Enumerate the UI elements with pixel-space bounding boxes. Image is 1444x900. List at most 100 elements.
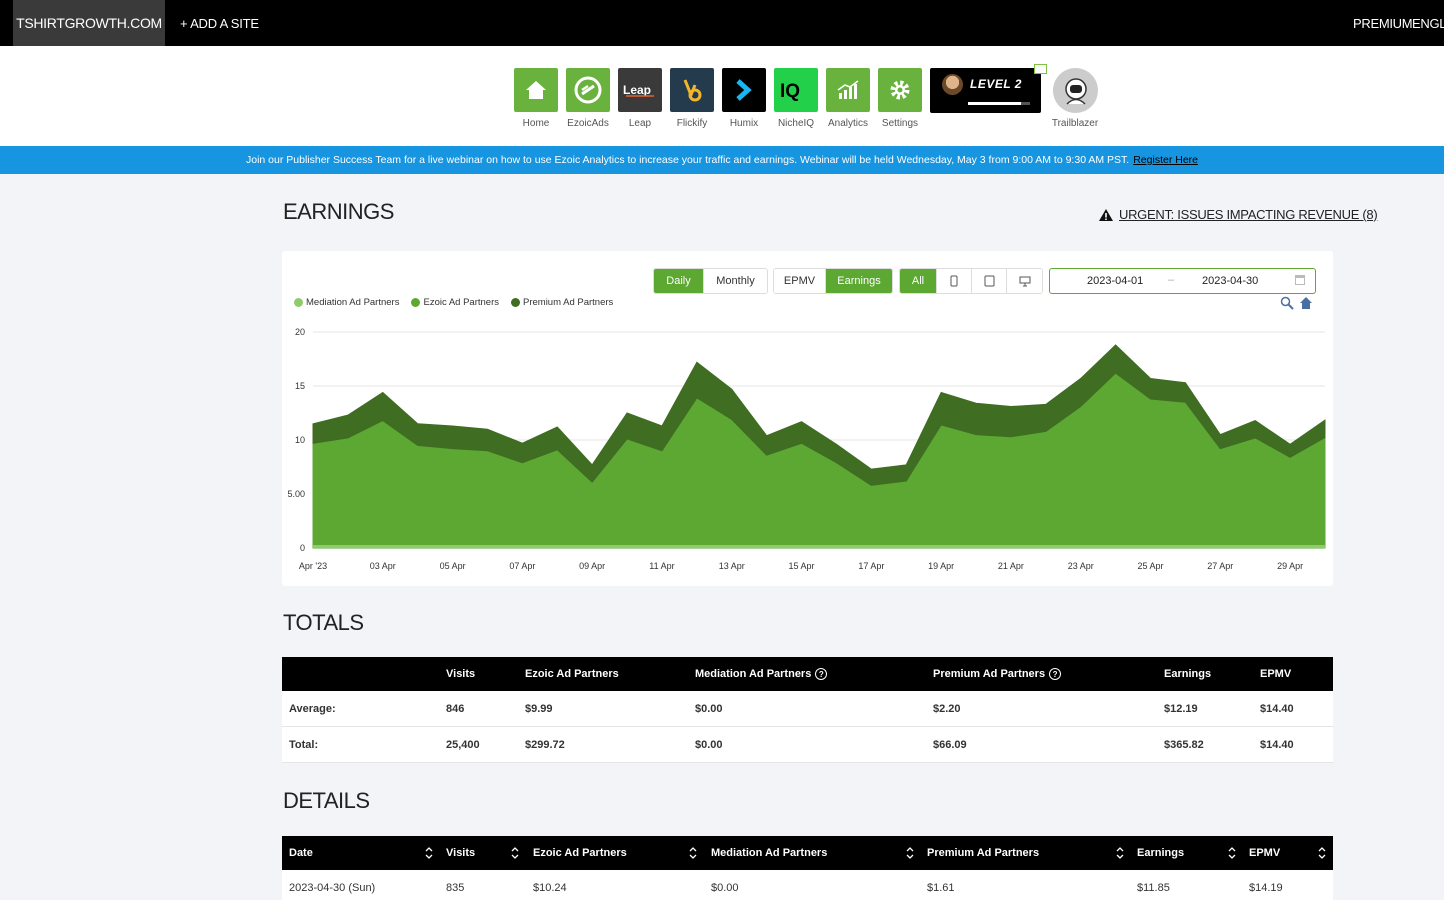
language-selector[interactable]: ENGLIS: [1412, 0, 1444, 46]
x-tick-label: 13 Apr: [719, 561, 745, 571]
x-tick-label: 11 Apr: [649, 561, 674, 571]
col-ezoic-ad-partners: Ezoic Ad Partners: [525, 668, 619, 680]
x-tick-label: 25 Apr: [1138, 561, 1164, 571]
register-link[interactable]: Register Here: [1133, 154, 1198, 166]
earnings-area-chart[interactable]: 0 5.00 10 15 20 Apr '23 03 Apr 05 Apr 07 Apr 09 A…: [282, 251, 1333, 586]
cell: 2023-04-30 (Sun): [289, 882, 376, 894]
col-mediation-ad-partners: Mediation Ad Partners?: [695, 668, 828, 680]
app-analytics[interactable]: Analytics: [826, 68, 870, 129]
help-icon[interactable]: ?: [815, 668, 828, 680]
col-ezoic-ad-partners[interactable]: Ezoic Ad Partners: [533, 847, 627, 859]
sort-icon[interactable]: [1228, 846, 1236, 860]
help-icon[interactable]: ?: [1049, 668, 1062, 680]
webinar-banner: Join our Publisher Success Team for a li…: [0, 146, 1444, 174]
svg-text:IQ: IQ: [780, 81, 800, 102]
cell: $14.40: [1260, 739, 1294, 751]
earnings-chart-card: Daily Monthly EPMV Earnings All 2023-04-…: [282, 251, 1333, 586]
col-earnings[interactable]: Earnings: [1137, 847, 1184, 859]
urgent-text: URGENT: ISSUES IMPACTING REVENUE (8): [1119, 207, 1378, 222]
series-baseline-mediation: [313, 545, 1325, 548]
sort-icon[interactable]: [1116, 846, 1124, 860]
sort-icon[interactable]: [1318, 846, 1326, 860]
earnings-title: EARNINGS: [283, 199, 394, 224]
y-tick-label: 0: [300, 543, 305, 553]
cell: $0.00: [695, 703, 723, 715]
x-tick-label: 27 Apr: [1207, 561, 1233, 571]
cell: $365.82: [1164, 739, 1204, 751]
row-label: Total:: [289, 739, 319, 751]
trailblazer-label: Trailblazer: [1051, 118, 1099, 129]
astronaut-icon: [1064, 77, 1087, 105]
col-visits[interactable]: Visits: [446, 847, 475, 859]
details-title: DETAILS: [283, 788, 370, 813]
level-progress-bar: [968, 102, 1030, 105]
cell: 835: [446, 882, 465, 894]
app-home[interactable]: Home: [514, 68, 558, 129]
level-text: LEVEL 2: [970, 77, 1022, 91]
x-tick-label: 03 Apr: [370, 561, 396, 571]
cell: $2.20: [933, 703, 961, 715]
cell: $14.19: [1249, 882, 1283, 894]
nicheiq-icon: IQ: [774, 68, 818, 112]
x-tick-label: 15 Apr: [789, 561, 815, 571]
app-label: Settings: [881, 118, 919, 129]
table-row: 2023-04-30 (Sun) 835 $10.24 $0.00 $1.61 …: [282, 870, 1333, 900]
cell: $14.40: [1260, 703, 1294, 715]
mail-icon[interactable]: [1034, 64, 1047, 74]
level-badge[interactable]: LEVEL 2: [930, 64, 1047, 113]
warning-icon: [1099, 208, 1113, 221]
analytics-icon: [826, 68, 870, 112]
sort-icon[interactable]: [906, 846, 914, 860]
col-visits: Visits: [446, 668, 476, 680]
svg-text:Leap: Leap: [623, 83, 651, 97]
premium-link[interactable]: PREMIUM: [1353, 0, 1413, 46]
x-tick-label: 19 Apr: [928, 561, 954, 571]
sort-icon[interactable]: [511, 846, 519, 860]
row-label: Average:: [289, 703, 336, 715]
x-tick-label: 17 Apr: [858, 561, 884, 571]
top-navigation-bar: TSHIRTGROWTH.COM + ADD A SITE PREMIUM EN…: [0, 0, 1444, 46]
col-premium-ad-partners[interactable]: Premium Ad Partners: [927, 847, 1039, 859]
app-settings[interactable]: Settings: [878, 68, 922, 129]
flickify-icon: [670, 68, 714, 112]
cell: $66.09: [933, 739, 967, 751]
table-row: Total: 25,400 $299.72 $0.00 $66.09 $365.…: [282, 727, 1333, 763]
cell: $0.00: [695, 739, 723, 751]
x-tick-label: 23 Apr: [1068, 561, 1094, 571]
y-tick-label: 10: [295, 435, 305, 445]
app-flickify[interactable]: Flickify: [670, 68, 714, 129]
table-row: Average: 846 $9.99 $0.00 $2.20 $12.19 $1…: [282, 691, 1333, 727]
home-icon: [514, 68, 558, 112]
leap-icon: Leap: [618, 68, 662, 112]
add-site-link[interactable]: + ADD A SITE: [180, 0, 259, 46]
y-tick-label: 5.00: [287, 489, 305, 499]
cell: $11.85: [1137, 882, 1170, 894]
details-header-row: Date Visits Ezoic Ad Partners Mediation …: [282, 836, 1333, 870]
col-date[interactable]: Date: [289, 847, 313, 859]
col-mediation-ad-partners[interactable]: Mediation Ad Partners: [711, 847, 827, 859]
x-tick-label: Apr '23: [299, 561, 327, 571]
cell: $9.99: [525, 703, 553, 715]
cell: $12.19: [1164, 703, 1198, 715]
x-tick-label: 05 Apr: [440, 561, 466, 571]
sort-icon[interactable]: [689, 846, 697, 860]
app-nicheiq[interactable]: IQ NicheIQ: [774, 68, 818, 129]
ezoicads-icon: [566, 68, 610, 112]
cell: $299.72: [525, 739, 565, 751]
sort-icon[interactable]: [425, 846, 433, 860]
app-leap[interactable]: Leap Leap: [618, 68, 662, 129]
col-epmv: EPMV: [1260, 668, 1292, 680]
totals-table: Visits Ezoic Ad Partners Mediation Ad Pa…: [282, 657, 1333, 763]
x-tick-label: 21 Apr: [998, 561, 1024, 571]
col-epmv[interactable]: EPMV: [1249, 847, 1280, 859]
totals-header-row: Visits Ezoic Ad Partners Mediation Ad Pa…: [282, 657, 1333, 691]
x-tick-label: 29 Apr: [1277, 561, 1303, 571]
app-humix[interactable]: Humix: [722, 68, 766, 129]
banner-text: Join our Publisher Success Team for a li…: [245, 154, 1130, 166]
settings-icon: [878, 68, 922, 112]
totals-title: TOTALS: [283, 610, 364, 635]
app-ezoicads[interactable]: EzoicAds: [566, 68, 610, 129]
site-selector-button[interactable]: TSHIRTGROWTH.COM: [13, 0, 165, 46]
trailblazer-avatar[interactable]: [1053, 68, 1098, 113]
urgent-issues-link[interactable]: URGENT: ISSUES IMPACTING REVENUE (8): [1098, 207, 1378, 222]
